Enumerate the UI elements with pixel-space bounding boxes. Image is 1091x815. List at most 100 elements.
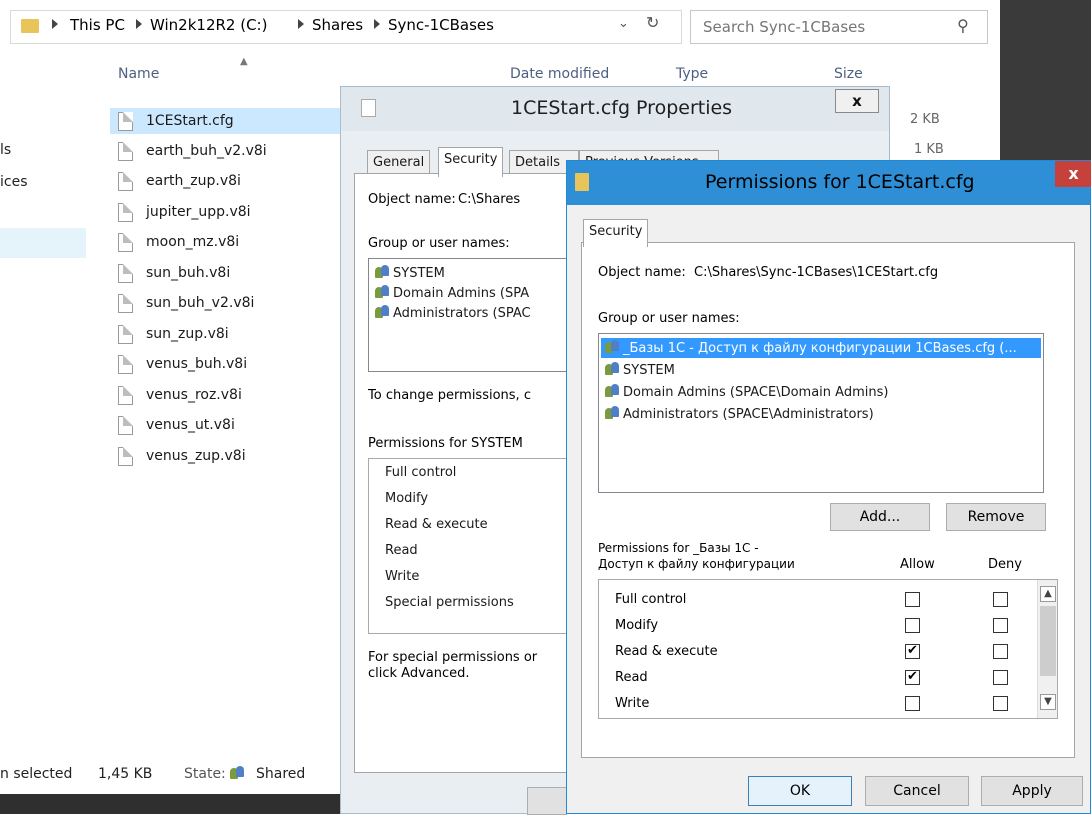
nav-item-fragment[interactable]: ices: [0, 174, 28, 190]
breadcrumb-shares[interactable]: Shares: [312, 16, 363, 34]
address-bar-area: This PC Win2k12R2 (C:) Shares Sync-1CBas…: [0, 0, 1000, 50]
list-item[interactable]: _Базы 1С - Доступ к файлу конфигурации 1…: [605, 340, 1017, 356]
file-icon: [118, 112, 133, 131]
close-button[interactable]: x: [835, 89, 879, 113]
permission-row: Full control: [385, 465, 457, 480]
deny-modify-checkbox[interactable]: [993, 618, 1008, 633]
shared-icon: [230, 766, 248, 782]
users-icon: [605, 384, 619, 398]
file-icon: [118, 203, 133, 222]
search-icon: ⚲: [957, 16, 969, 35]
scroll-down-icon[interactable]: ▼: [1040, 694, 1056, 710]
properties-title: 1CEStart.cfg Properties: [511, 97, 733, 119]
deny-write-checkbox[interactable]: [993, 696, 1008, 711]
deny-column-label: Deny: [988, 557, 1022, 572]
scroll-up-icon[interactable]: ▲: [1040, 586, 1056, 602]
scroll-thumb[interactable]: [1040, 606, 1056, 676]
allow-read-execute-checkbox[interactable]: ✔: [905, 644, 920, 659]
close-button[interactable]: x: [1055, 161, 1091, 187]
allow-write-checkbox[interactable]: [905, 696, 920, 711]
permissions-list: Full control Modify Read & execute ✔ Rea…: [598, 579, 1058, 719]
search-input[interactable]: [703, 18, 943, 36]
breadcrumb-drive[interactable]: Win2k12R2 (C:): [150, 16, 267, 34]
tab-security[interactable]: Security: [438, 147, 504, 177]
ok-button[interactable]: OK: [748, 776, 852, 806]
list-item[interactable]: Administrators (SPACE\Administrators): [605, 406, 874, 422]
permission-row: Write: [385, 569, 420, 584]
list-item[interactable]: Domain Admins (SPACE\Domain Admins): [605, 384, 888, 400]
refresh-icon[interactable]: ↻: [646, 13, 659, 32]
permissions-list: Full control Modify Read & execute Read …: [368, 458, 568, 634]
object-name-label: Object name:: [368, 192, 456, 207]
nav-item-fragment[interactable]: ls: [0, 142, 11, 158]
users-icon: [605, 362, 619, 376]
deny-full-control-checkbox[interactable]: [993, 592, 1008, 607]
allow-read-checkbox[interactable]: ✔: [905, 670, 920, 685]
permission-row: Read: [385, 543, 418, 558]
permissions-security-page: Object name: C:\Shares\Sync-1CBases\1CES…: [581, 242, 1075, 758]
search-box[interactable]: ⚲: [690, 10, 988, 44]
folder-icon: [575, 173, 589, 191]
group-names-list[interactable]: _Базы 1С - Доступ к файлу конфигурации 1…: [598, 333, 1044, 493]
cancel-button[interactable]: Cancel: [865, 776, 969, 806]
permissions-for-label-2: Доступ к файлу конфигурации: [598, 557, 795, 571]
breadcrumb-sync[interactable]: Sync-1CBases: [388, 16, 494, 34]
properties-title-bar[interactable]: 1CEStart.cfg Properties x: [341, 87, 889, 131]
column-type[interactable]: Type: [676, 66, 708, 82]
permission-row: Special permissions: [385, 595, 514, 610]
advanced-hint-text: click Advanced.: [368, 666, 470, 681]
list-item[interactable]: SYSTEM: [605, 362, 675, 378]
list-item[interactable]: Domain Admins (SPA: [375, 285, 529, 301]
column-size[interactable]: Size: [834, 66, 863, 82]
file-icon: [118, 233, 133, 252]
sort-up-icon: ▲: [240, 56, 248, 67]
permissions-for-label: Permissions for SYSTEM: [368, 436, 523, 451]
allow-modify-checkbox[interactable]: [905, 618, 920, 633]
object-name-label: Object name:: [598, 265, 686, 280]
column-date-modified[interactable]: Date modified: [510, 66, 609, 82]
object-name-value: C:\Shares\Sync-1CBases\1CEStart.cfg: [694, 265, 939, 280]
deny-read-checkbox[interactable]: [993, 670, 1008, 685]
users-icon: [375, 265, 389, 279]
column-name[interactable]: Name: [118, 66, 159, 82]
permissions-scrollbar[interactable]: ▲ ▼: [1037, 580, 1057, 718]
apply-button[interactable]: Apply: [981, 776, 1083, 806]
file-icon: [118, 416, 133, 435]
breadcrumb-this-pc[interactable]: This PC: [70, 16, 125, 34]
chevron-right-icon: [298, 19, 304, 29]
status-state-label: State:: [184, 766, 226, 782]
status-selected: n selected: [0, 766, 73, 782]
permissions-body: Security Object name: C:\Shares\Sync-1CB…: [573, 205, 1084, 809]
list-item[interactable]: Administrators (SPAC: [375, 305, 531, 321]
allow-column-label: Allow: [900, 557, 935, 572]
special-permissions-text: For special permissions or: [368, 650, 538, 665]
file-icon: [118, 386, 133, 405]
file-icon: [118, 142, 133, 161]
chevron-down-icon[interactable]: ⌄: [618, 16, 629, 31]
file-icon: [118, 294, 133, 313]
permissions-for-label: Permissions for _Базы 1С -: [598, 541, 759, 555]
group-names-label: Group or user names:: [368, 236, 510, 251]
status-bar: n selected 1,45 KB State: Shared: [0, 762, 360, 788]
nav-item-selected[interactable]: [0, 228, 86, 258]
permissions-dialog: Permissions for 1CEStart.cfg x Security …: [566, 160, 1091, 814]
permission-row: Read: [615, 670, 648, 685]
tab-security[interactable]: Security: [583, 219, 649, 247]
status-state-value: Shared: [256, 766, 306, 782]
permissions-title-bar[interactable]: Permissions for 1CEStart.cfg x: [567, 161, 1091, 205]
permission-row: Modify: [385, 491, 429, 506]
properties-ok-button-partial[interactable]: [527, 787, 567, 815]
list-item[interactable]: SYSTEM: [375, 265, 445, 281]
file-icon: [361, 99, 376, 117]
remove-button[interactable]: Remove: [946, 503, 1046, 531]
chevron-right-icon: [136, 19, 142, 29]
allow-full-control-checkbox[interactable]: [905, 592, 920, 607]
chevron-right-icon: [52, 19, 58, 29]
deny-read-execute-checkbox[interactable]: [993, 644, 1008, 659]
group-names-list[interactable]: SYSTEM Domain Admins (SPA Administrators…: [368, 258, 568, 372]
file-icon: [118, 325, 133, 344]
background-window: [1000, 0, 1091, 160]
chevron-right-icon: [374, 19, 380, 29]
permission-row: Read & execute: [385, 517, 488, 532]
add-button[interactable]: Add...: [830, 503, 930, 531]
